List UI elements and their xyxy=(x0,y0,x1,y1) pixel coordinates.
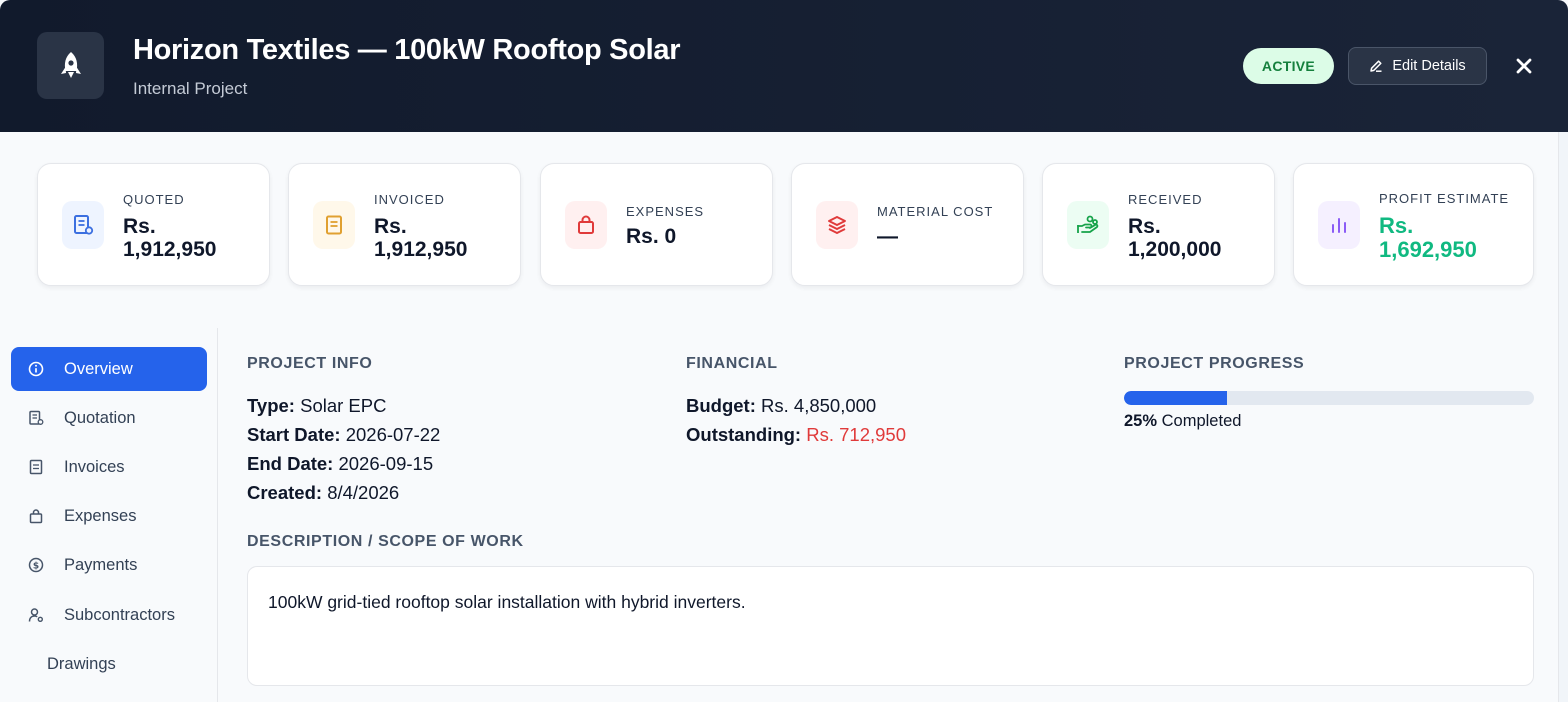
project-subtitle: Internal Project xyxy=(133,79,248,98)
stat-card-expenses: EXPENSES Rs. 0 xyxy=(540,163,773,286)
sidebar-item-label: Overview xyxy=(64,359,133,378)
stat-value: Rs. 1,912,950 xyxy=(123,215,217,261)
bar-chart-icon xyxy=(1318,201,1360,249)
sidebar-item-label: Quotation xyxy=(64,408,136,427)
project-info-heading: PROJECT INFO xyxy=(247,355,373,372)
edit-details-button[interactable]: Edit Details xyxy=(1348,47,1487,85)
project-details-modal: Horizon Textiles — 100kW Rooftop Solar I… xyxy=(0,0,1568,702)
sidebar-nav: Overview Quotation Invoices Expenses $ P… xyxy=(0,328,218,702)
description-heading: DESCRIPTION / SCOPE OF WORK xyxy=(247,533,524,550)
stat-label: QUOTED xyxy=(123,192,185,207)
user-gear-icon xyxy=(28,607,44,623)
stat-value: Rs. 1,912,950 xyxy=(374,215,468,261)
invoice-icon xyxy=(28,459,44,475)
project-progress-heading: PROJECT PROGRESS xyxy=(1124,355,1305,372)
sidebar-item-overview[interactable]: Overview xyxy=(11,347,207,391)
stat-label: EXPENSES xyxy=(626,204,705,219)
description-text: 100kW grid-tied rooftop solar installati… xyxy=(268,592,746,612)
rocket-icon xyxy=(37,32,104,99)
stat-value: Rs. 0 xyxy=(626,225,677,248)
shopping-bag-icon xyxy=(565,201,607,249)
stat-value: Rs. 1,692,950 xyxy=(1379,213,1477,262)
pencil-icon xyxy=(1369,59,1383,73)
quotation-icon xyxy=(28,410,44,426)
project-end-date: End Date: 2026-09-15 xyxy=(247,453,434,474)
financial-heading: FINANCIAL xyxy=(686,355,778,372)
stat-value: — xyxy=(877,225,898,248)
stat-label: INVOICED xyxy=(374,192,445,207)
modal-header: Horizon Textiles — 100kW Rooftop Solar I… xyxy=(0,0,1568,132)
stat-card-material-cost: MATERIAL COST — xyxy=(791,163,1024,286)
sidebar-item-payments[interactable]: $ Payments xyxy=(11,543,207,587)
project-type: Type: Solar EPC xyxy=(247,395,387,416)
sidebar-item-invoices[interactable]: Invoices xyxy=(11,445,207,489)
sidebar-item-label: Drawings xyxy=(47,654,116,673)
vertical-scrollbar[interactable] xyxy=(1558,132,1568,702)
stat-card-received: RECEIVED Rs. 1,200,000 xyxy=(1042,163,1275,286)
progress-bar xyxy=(1124,391,1534,405)
status-badge: ACTIVE xyxy=(1243,48,1334,84)
dollar-circle-icon: $ xyxy=(28,557,44,573)
project-start-date: Start Date: 2026-07-22 xyxy=(247,424,441,445)
stat-card-quoted: QUOTED Rs. 1,912,950 xyxy=(37,163,270,286)
stat-card-invoiced: INVOICED Rs. 1,912,950 xyxy=(288,163,521,286)
stat-label: MATERIAL COST xyxy=(877,204,994,219)
description-box: 100kW grid-tied rooftop solar installati… xyxy=(247,566,1534,686)
stat-label: PROFIT ESTIMATE xyxy=(1379,191,1510,206)
project-created-date: Created: 8/4/2026 xyxy=(247,482,400,503)
sidebar-item-subcontractors[interactable]: Subcontractors xyxy=(11,593,207,637)
progress-bar-fill xyxy=(1124,391,1227,405)
quotation-icon xyxy=(62,201,104,249)
edit-details-label: Edit Details xyxy=(1392,58,1466,74)
svg-text:$: $ xyxy=(33,561,39,571)
sidebar-item-label: Expenses xyxy=(64,506,137,525)
invoice-icon xyxy=(313,201,355,249)
financial-budget: Budget: Rs. 4,850,000 xyxy=(686,395,877,416)
sidebar-item-label: Payments xyxy=(64,555,138,574)
financial-outstanding: Outstanding: Rs. 712,950 xyxy=(686,424,906,445)
sidebar-item-quotation[interactable]: Quotation xyxy=(11,396,207,440)
shopping-bag-icon xyxy=(28,508,44,524)
progress-label: 25% Completed xyxy=(1124,412,1242,430)
sidebar-item-drawings[interactable]: Drawings xyxy=(11,642,207,686)
stat-card-profit-estimate: PROFIT ESTIMATE Rs. 1,692,950 xyxy=(1293,163,1534,286)
page-title: Horizon Textiles — 100kW Rooftop Solar xyxy=(133,34,681,66)
sidebar-item-label: Subcontractors xyxy=(64,605,175,624)
sidebar-item-label: Invoices xyxy=(64,457,125,476)
info-icon xyxy=(28,361,44,377)
stat-label: RECEIVED xyxy=(1128,192,1203,207)
layers-icon xyxy=(816,201,858,249)
close-icon[interactable] xyxy=(1508,50,1540,82)
hand-coins-icon xyxy=(1067,201,1109,249)
stat-value: Rs. 1,200,000 xyxy=(1128,215,1222,261)
sidebar-item-expenses[interactable]: Expenses xyxy=(11,494,207,538)
